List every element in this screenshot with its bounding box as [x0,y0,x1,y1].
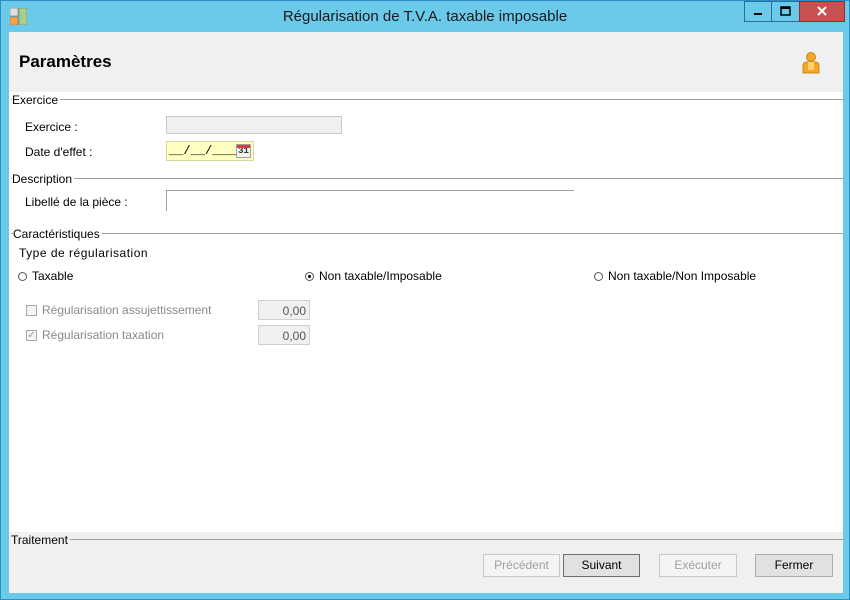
radio-non-taxable-non-imposable-label: Non taxable/Non Imposable [608,269,757,283]
dialog-content: Paramètres Exercice Exercice : Date d'ef… [9,32,843,593]
date-effet-label: Date d'effet : [25,145,93,159]
taxation-amount-field[interactable]: 0,00 [258,325,310,345]
description-group-label: Description [12,172,75,186]
title-bar[interactable]: Régularisation de T.V.A. taxable imposab… [1,1,849,32]
suivant-button[interactable]: Suivant [563,554,640,577]
type-regularisation-title: Type de régularisation [19,246,149,260]
checkbox-box-checked: ✓ [26,329,37,341]
page-title: Paramètres [19,52,112,71]
exercice-group-line [11,99,843,100]
maximize-button[interactable] [771,1,800,22]
user-icon[interactable] [801,52,821,74]
checkbox-taxation[interactable]: ✓ Régularisation taxation [26,328,164,342]
radio-non-taxable-non-imposable[interactable]: Non taxable/Non Imposable [594,269,756,283]
checkbox-box [26,304,37,316]
radio-non-taxable-imposable-label: Non taxable/Imposable [319,269,442,283]
radio-taxable-label: Taxable [32,269,74,283]
checkbox-assujettissement-label: Régularisation assujettissement [42,303,212,317]
exercice-label: Exercice : [25,120,78,134]
traitement-group-line [11,539,843,540]
precedent-button[interactable]: Précédent [483,554,560,577]
minimize-button[interactable] [744,1,772,22]
exercice-field[interactable] [166,116,342,134]
caracteristiques-group-line [11,233,843,234]
checkbox-assujettissement[interactable]: Régularisation assujettissement [26,303,211,317]
assujettissement-amount-field[interactable]: 0,00 [258,300,310,320]
close-icon [817,6,827,16]
radio-circle-checked [305,271,314,281]
libelle-field[interactable] [166,190,574,211]
traitement-band: Traitement Précédent Suivant Exécuter Fe… [9,532,843,593]
checkbox-taxation-label: Régularisation taxation [42,328,165,342]
close-button[interactable] [799,1,845,22]
header-band: Paramètres [9,32,843,92]
radio-circle [18,271,27,281]
executer-button[interactable]: Exécuter [659,554,737,577]
description-group-line [11,178,843,179]
calendar-icon[interactable]: 31 [236,144,251,158]
maximize-icon [780,6,791,16]
traitement-group-label: Traitement [11,533,70,547]
fermer-button[interactable]: Fermer [755,554,833,577]
application-window: Régularisation de T.V.A. taxable imposab… [0,0,850,600]
radio-circle [594,271,603,281]
date-effet-value: __/__/____ [169,144,242,158]
window-title: Régularisation de T.V.A. taxable imposab… [282,8,568,25]
minimize-icon [754,13,762,15]
exercice-group-label: Exercice [12,93,61,107]
libelle-label: Libellé de la pièce : [25,195,128,209]
radio-non-taxable-imposable[interactable]: Non taxable/Imposable [305,269,442,283]
caracteristiques-group-label: Caractéristiques [13,227,102,241]
radio-taxable[interactable]: Taxable [18,269,73,283]
date-effet-field[interactable]: __/__/____ 31 [166,141,254,161]
